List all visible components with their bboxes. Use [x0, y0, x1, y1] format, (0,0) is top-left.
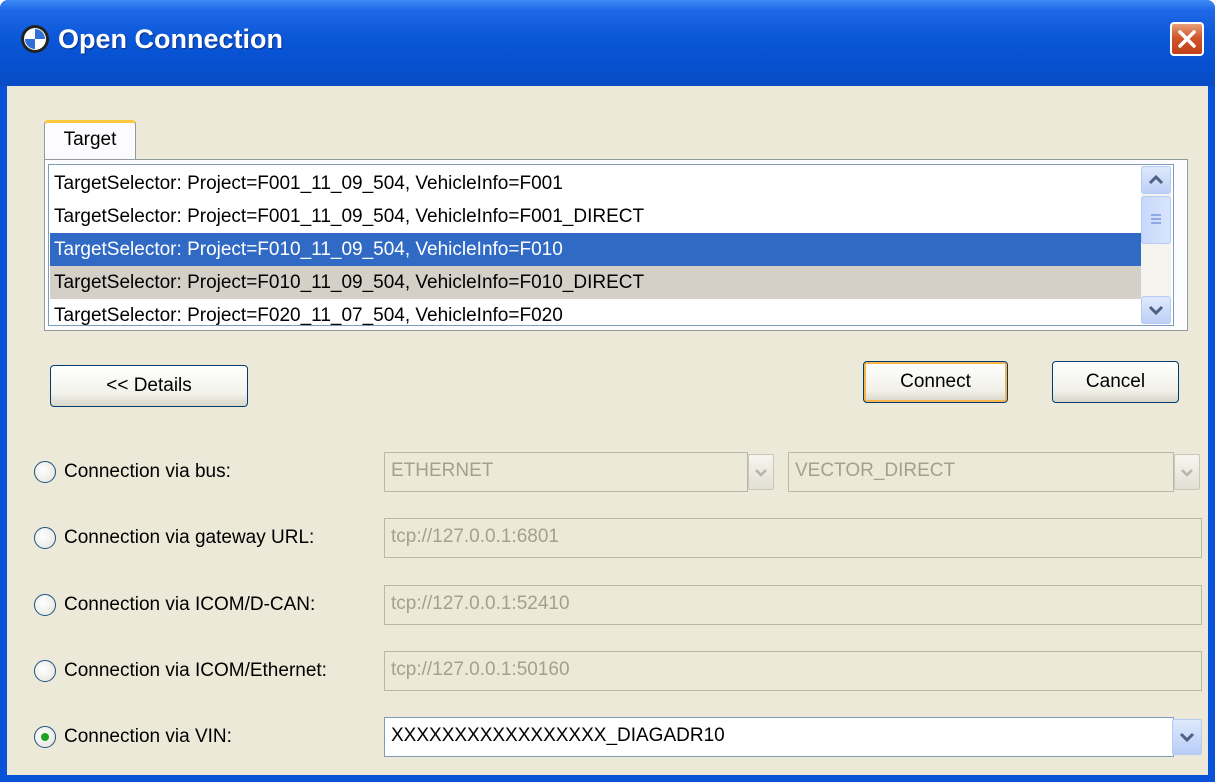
radio-label: Connection via bus: — [64, 461, 231, 482]
list-item[interactable]: TargetSelector: Project=F010_11_09_504, … — [50, 266, 1142, 299]
list-item[interactable]: TargetSelector: Project=F001_11_09_504, … — [50, 167, 1142, 200]
title-bar[interactable]: Open Connection — [0, 0, 1215, 86]
radio-button[interactable] — [34, 594, 56, 616]
list-item[interactable]: TargetSelector: Project=F020_11_07_504, … — [50, 299, 1142, 325]
bus-interface-dropdown-button[interactable] — [1174, 454, 1200, 490]
list-item[interactable]: TargetSelector: Project=F001_11_09_504, … — [50, 200, 1142, 233]
scroll-up-button[interactable] — [1141, 166, 1171, 194]
bus-interface-select[interactable]: VECTOR_DIRECT — [788, 452, 1174, 492]
radio-label: Connection via ICOM/D-CAN: — [64, 594, 316, 615]
gateway-url-input[interactable]: tcp://127.0.0.1:6801 — [384, 518, 1202, 558]
dialog-window: Open Connection Target TargetSelector: P… — [0, 0, 1215, 782]
icom-ethernet-input[interactable]: tcp://127.0.0.1:50160 — [384, 651, 1202, 691]
window-title: Open Connection — [58, 24, 283, 54]
connect-button[interactable]: Connect — [863, 361, 1008, 403]
bmw-logo-icon — [20, 24, 50, 54]
chevron-down-icon — [749, 455, 773, 489]
radio-button[interactable] — [34, 461, 56, 483]
radio-selected-dot — [41, 733, 49, 741]
bus-type-select[interactable]: ETHERNET — [384, 452, 748, 492]
cancel-button[interactable]: Cancel — [1052, 361, 1179, 403]
radio-button[interactable] — [34, 527, 56, 549]
close-button[interactable] — [1170, 22, 1204, 56]
scroll-down-button[interactable] — [1141, 296, 1171, 324]
chevron-down-icon — [1142, 297, 1170, 323]
vin-dropdown-button[interactable] — [1172, 719, 1202, 755]
tab-target[interactable]: Target — [44, 120, 136, 160]
radio-label: Connection via ICOM/Ethernet: — [64, 660, 327, 681]
chevron-down-icon — [1173, 720, 1201, 754]
details-button[interactable]: << Details — [50, 365, 248, 407]
list-item-selected[interactable]: TargetSelector: Project=F010_11_09_504, … — [50, 233, 1142, 266]
radio-label: Connection via VIN: — [64, 726, 232, 747]
radio-button[interactable] — [34, 660, 56, 682]
radio-label: Connection via gateway URL: — [64, 527, 315, 548]
close-icon — [1172, 24, 1202, 54]
scroll-thumb[interactable] — [1141, 196, 1171, 244]
chevron-up-icon — [1142, 167, 1170, 193]
list-scrollbar[interactable] — [1141, 166, 1171, 324]
chevron-down-icon — [1175, 455, 1199, 489]
vin-select[interactable]: XXXXXXXXXXXXXXXXX_DIAGADR10 — [384, 717, 1174, 757]
bus-type-dropdown-button[interactable] — [748, 454, 774, 490]
icom-dcan-input[interactable]: tcp://127.0.0.1:52410 — [384, 585, 1202, 625]
target-list[interactable]: TargetSelector: Project=F001_11_09_504, … — [48, 164, 1174, 326]
radio-button[interactable] — [34, 726, 56, 748]
